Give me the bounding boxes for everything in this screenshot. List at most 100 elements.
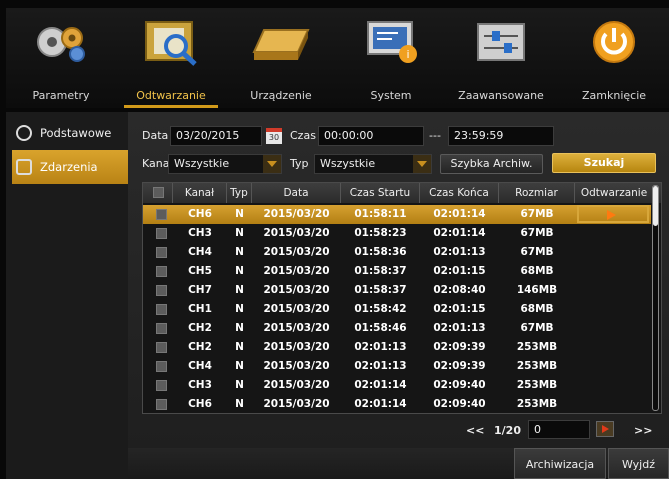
select-all-checkbox[interactable] bbox=[153, 187, 164, 198]
sliders-icon bbox=[477, 23, 525, 61]
sidebar-item-label: Zdarzenia bbox=[40, 160, 98, 174]
menu-system[interactable]: i System bbox=[336, 8, 446, 108]
table-row[interactable]: CH2 N 2015/03/20 02:01:13 02:09:39 253MB bbox=[143, 338, 651, 357]
table-row[interactable]: CH3 N 2015/03/20 01:58:23 02:01:14 67MB bbox=[143, 224, 651, 243]
chevron-down-icon bbox=[263, 155, 281, 173]
table-cell: N bbox=[235, 341, 244, 353]
table-cell: 2015/03/20 bbox=[263, 341, 330, 353]
table-row[interactable]: CH4 N 2015/03/20 01:58:36 02:01:13 67MB bbox=[143, 243, 651, 262]
row-checkbox[interactable] bbox=[156, 323, 167, 334]
date-field[interactable]: 03/20/2015 bbox=[170, 126, 262, 146]
table-row[interactable]: CH6 N 2015/03/20 02:01:14 02:09:40 253MB bbox=[143, 395, 651, 414]
table-cell: 2015/03/20 bbox=[263, 284, 330, 296]
table-cell: 253MB bbox=[516, 398, 558, 410]
type-label: Typ bbox=[290, 157, 309, 170]
table-cell: N bbox=[235, 379, 244, 391]
table-cell: N bbox=[235, 265, 244, 277]
table-cell: CH5 bbox=[188, 265, 212, 277]
table-cell: N bbox=[235, 322, 244, 334]
row-checkbox[interactable] bbox=[156, 247, 167, 258]
channel-dropdown[interactable]: Wszystkie bbox=[168, 154, 282, 174]
gears-icon bbox=[37, 27, 85, 62]
power-icon bbox=[593, 21, 635, 63]
table-cell: CH6 bbox=[188, 398, 212, 410]
menu-zamkniecie[interactable]: Zamknięcie bbox=[559, 8, 669, 108]
archive-button[interactable]: Archiwizacja bbox=[514, 448, 606, 479]
menu-parametry[interactable]: Parametry bbox=[6, 8, 116, 108]
menu-odtwarzanie[interactable]: Odtwarzanie bbox=[116, 8, 226, 108]
row-checkbox[interactable] bbox=[156, 399, 167, 410]
search-button[interactable]: Szukaj bbox=[552, 153, 656, 173]
header-size: Rozmiar bbox=[499, 183, 575, 203]
table-scrollbar[interactable] bbox=[652, 185, 659, 411]
pager-last[interactable]: >> bbox=[634, 424, 652, 437]
table-row[interactable]: CH6 N 2015/03/20 01:58:11 02:01:14 67MB bbox=[143, 205, 651, 224]
table-cell: CH3 bbox=[188, 227, 212, 239]
hard-drive-icon bbox=[252, 29, 310, 60]
table-cell: 02:01:14 bbox=[354, 379, 407, 391]
table-cell: N bbox=[235, 227, 244, 239]
table-cell: 68MB bbox=[520, 303, 554, 315]
time-to-field[interactable]: 23:59:59 bbox=[448, 126, 554, 146]
quick-archive-button[interactable]: Szybka Archiw. bbox=[440, 154, 543, 174]
calendar-icon[interactable]: 30 bbox=[266, 128, 282, 144]
table-cell: 01:58:42 bbox=[354, 303, 407, 315]
table-cell: 02:01:15 bbox=[433, 303, 486, 315]
table-cell: 02:01:13 bbox=[354, 341, 407, 353]
sidebar: Podstawowe Zdarzenia bbox=[6, 112, 128, 479]
table-cell: 67MB bbox=[520, 208, 554, 220]
row-checkbox[interactable] bbox=[156, 285, 167, 296]
events-table: Kanał Typ Data Czas Startu Czas Końca Ro… bbox=[142, 182, 662, 414]
table-row[interactable]: CH7 N 2015/03/20 01:58:37 02:08:40 146MB bbox=[143, 281, 651, 300]
table-cell: 2015/03/20 bbox=[263, 360, 330, 372]
table-cell: CH4 bbox=[188, 360, 212, 372]
row-checkbox[interactable] bbox=[156, 228, 167, 239]
time-from-field[interactable]: 00:00:00 bbox=[318, 126, 424, 146]
table-cell: CH2 bbox=[188, 341, 212, 353]
table-cell: 67MB bbox=[520, 246, 554, 258]
dvr-screen: Parametry Odtwarzanie Urządzenie i Syste… bbox=[0, 0, 669, 479]
row-checkbox[interactable] bbox=[156, 380, 167, 391]
row-checkbox[interactable] bbox=[156, 209, 167, 220]
pager-first[interactable]: << bbox=[466, 424, 484, 437]
table-cell: 01:58:37 bbox=[354, 265, 407, 277]
table-cell: 02:09:39 bbox=[433, 341, 486, 353]
table-row[interactable]: CH1 N 2015/03/20 01:58:42 02:01:15 68MB bbox=[143, 300, 651, 319]
table-cell: N bbox=[235, 360, 244, 372]
row-checkbox[interactable] bbox=[156, 266, 167, 277]
row-checkbox[interactable] bbox=[156, 342, 167, 353]
table-row[interactable]: CH2 N 2015/03/20 01:58:46 02:01:13 67MB bbox=[143, 319, 651, 338]
scrollbar-thumb[interactable] bbox=[653, 186, 658, 226]
table-cell: 02:09:40 bbox=[433, 398, 486, 410]
table-row[interactable]: CH3 N 2015/03/20 02:01:14 02:09:40 253MB bbox=[143, 376, 651, 395]
menu-label: Parametry bbox=[32, 89, 90, 102]
play-icon[interactable] bbox=[577, 205, 649, 223]
event-list-icon bbox=[16, 159, 32, 175]
exit-button[interactable]: Wyjdź bbox=[608, 448, 669, 479]
sidebar-item-zdarzenia[interactable]: Zdarzenia bbox=[12, 150, 128, 184]
header-select bbox=[143, 183, 173, 203]
table-cell: 02:01:13 bbox=[433, 246, 486, 258]
sidebar-item-podstawowe[interactable]: Podstawowe bbox=[12, 116, 128, 150]
table-cell: CH1 bbox=[188, 303, 212, 315]
table-cell: 2015/03/20 bbox=[263, 227, 330, 239]
table-row[interactable]: CH5 N 2015/03/20 01:58:37 02:01:15 68MB bbox=[143, 262, 651, 281]
table-cell: 146MB bbox=[516, 284, 558, 296]
pager-goto-field[interactable]: 0 bbox=[528, 420, 590, 439]
table-cell: N bbox=[235, 398, 244, 410]
table-cell: 02:01:15 bbox=[433, 265, 486, 277]
type-dropdown[interactable]: Wszystkie bbox=[314, 154, 432, 174]
date-label: Data bbox=[142, 129, 169, 142]
menu-label: Zaawansowane bbox=[458, 89, 544, 102]
row-checkbox[interactable] bbox=[156, 304, 167, 315]
menu-zaawansowane[interactable]: Zaawansowane bbox=[446, 8, 556, 108]
svg-text:i: i bbox=[406, 48, 409, 61]
menu-label: Zamknięcie bbox=[581, 89, 647, 102]
row-checkbox[interactable] bbox=[156, 361, 167, 372]
sidebar-item-label: Podstawowe bbox=[40, 126, 112, 140]
table-row[interactable]: CH4 N 2015/03/20 02:01:13 02:09:39 253MB bbox=[143, 357, 651, 376]
menu-urzadzenie[interactable]: Urządzenie bbox=[226, 8, 336, 108]
goto-page-arrow-icon[interactable] bbox=[596, 421, 614, 437]
table-cell: N bbox=[235, 208, 244, 220]
table-cell: CH2 bbox=[188, 322, 212, 334]
